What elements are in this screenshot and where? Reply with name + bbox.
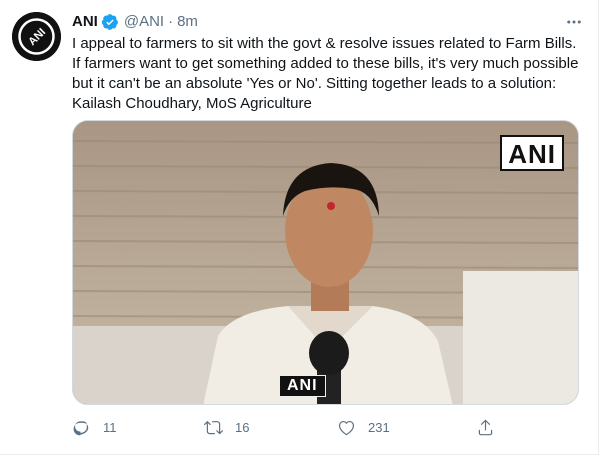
separator-dot: ·: [168, 13, 174, 30]
ani-logo-icon: ANI: [12, 12, 61, 61]
tweet-actions: 11 16 231: [72, 412, 512, 442]
author-handle[interactable]: @ANI: [124, 12, 164, 32]
share-button[interactable]: [476, 418, 507, 437]
tweet-text-line: but it can't be an absolute 'Yes or No'.…: [72, 75, 557, 92]
microphone-label: ANI: [279, 375, 326, 397]
retweet-button[interactable]: 16: [204, 418, 249, 437]
more-dots-icon: [567, 20, 581, 24]
reply-icon: [73, 420, 89, 435]
heart-icon: [338, 420, 355, 435]
tweet-timestamp[interactable]: 8m: [177, 12, 198, 32]
share-icon: [478, 419, 493, 435]
tweet-text-line: If farmers want to get something added t…: [72, 55, 579, 72]
tweet-text: I appeal to farmers to sit with the govt…: [72, 34, 592, 114]
like-button[interactable]: 231: [337, 418, 390, 437]
tweet-text-line: Kailash Choudhary, MoS Agriculture: [72, 95, 312, 112]
tweet-media-image[interactable]: ANI ANI: [72, 120, 579, 405]
reply-button[interactable]: 11: [72, 418, 117, 437]
like-count: 231: [368, 419, 390, 435]
author-name[interactable]: ANI: [72, 12, 98, 32]
reply-count: 11: [103, 419, 117, 435]
retweet-icon: [204, 420, 223, 434]
verified-badge-icon: [101, 14, 118, 30]
tweet-text-line: I appeal to farmers to sit with the govt…: [72, 35, 577, 52]
more-options-button[interactable]: [562, 10, 586, 34]
media-watermark: ANI: [500, 135, 564, 171]
retweet-count: 16: [235, 419, 250, 435]
avatar[interactable]: ANI: [12, 12, 61, 61]
tweet-card[interactable]: ANI ANI @ANI · 8m I appeal to farmers to…: [0, 0, 599, 455]
tweet-header: ANI @ANI · 8m: [72, 12, 588, 32]
